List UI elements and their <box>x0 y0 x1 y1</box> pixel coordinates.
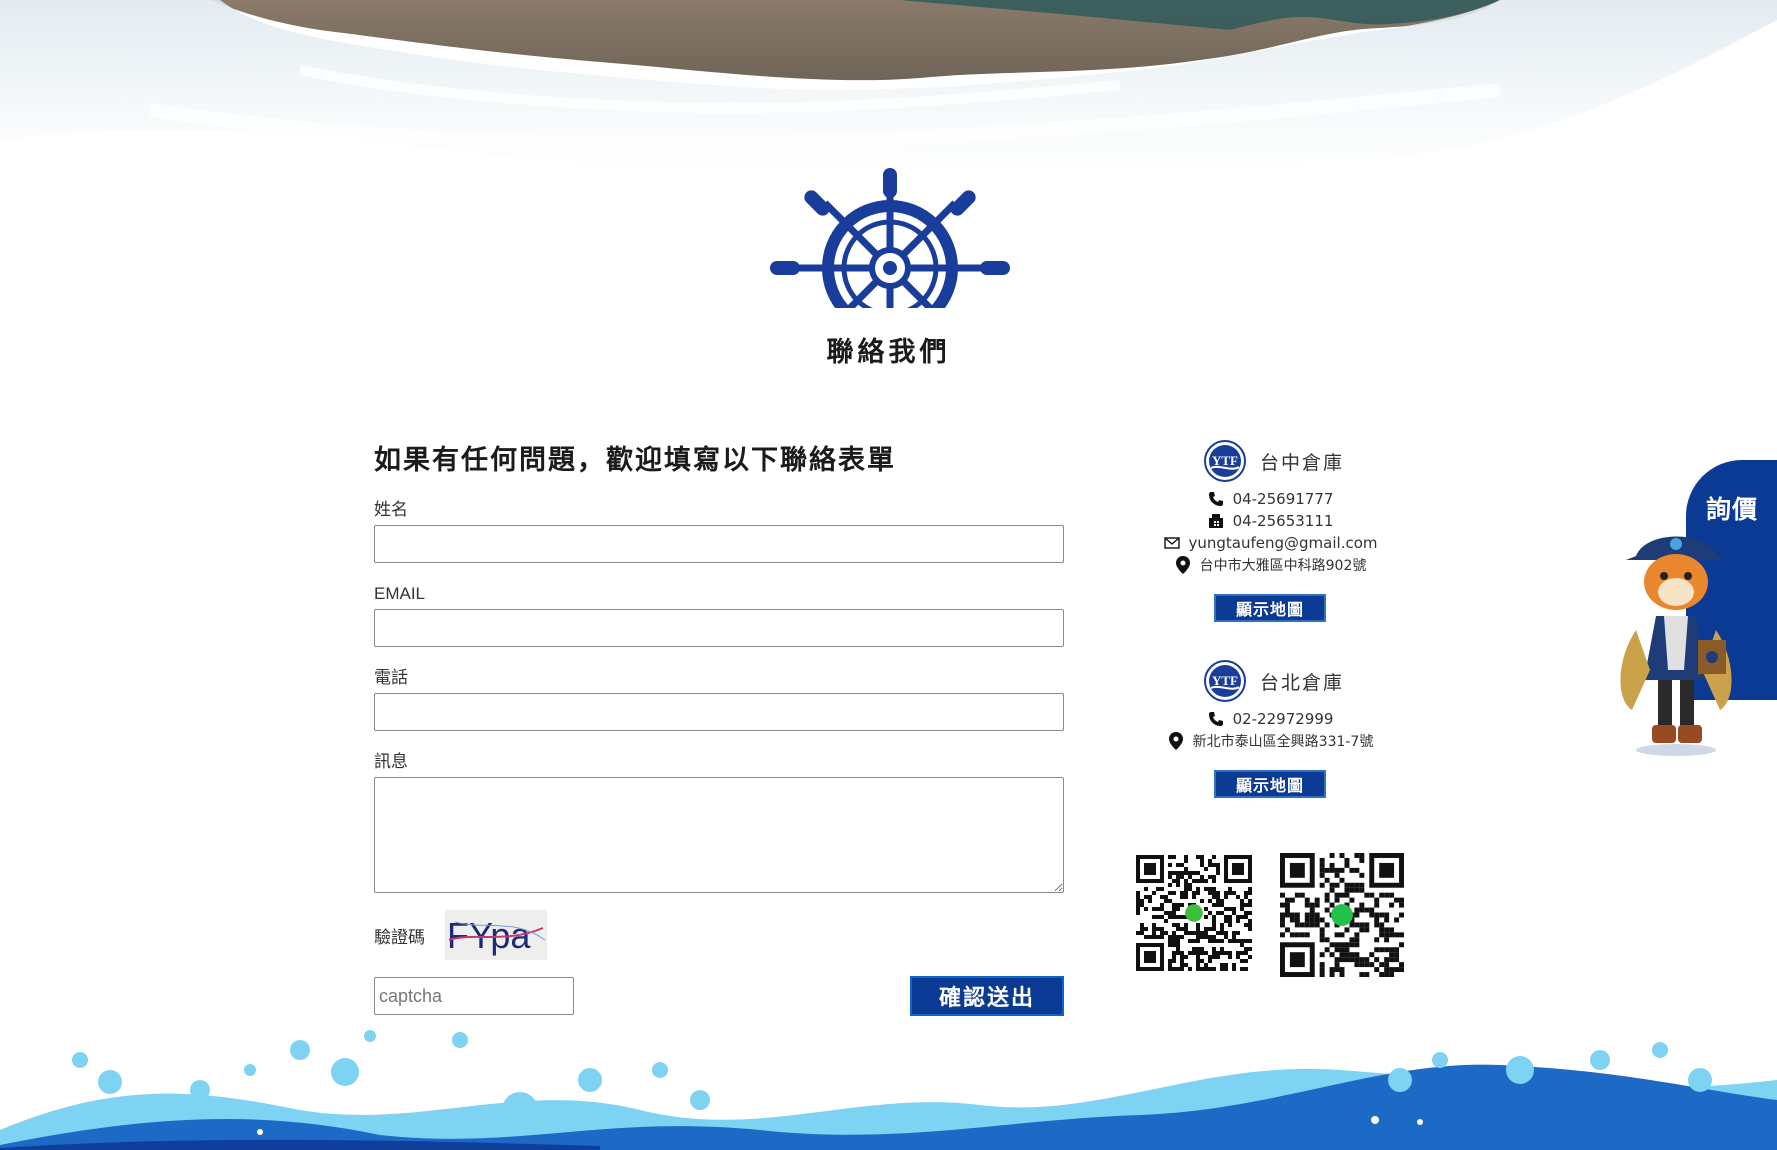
message-textarea[interactable] <box>374 777 1064 893</box>
name-input[interactable] <box>374 525 1064 563</box>
ytf-logo-icon: YTF <box>1203 440 1246 482</box>
message-label: 訊息 <box>374 752 408 772</box>
phone-icon <box>1207 490 1225 508</box>
email-label: EMAIL <box>374 584 426 603</box>
submit-button[interactable]: 確認送出 <box>910 976 1064 1016</box>
phone-icon <box>1207 710 1225 728</box>
location-header: YTF 台北倉庫 <box>1128 658 1420 704</box>
captcha-row: 驗證碼 FYpa <box>374 909 1064 961</box>
inquiry-widget[interactable]: 詢價 <box>1606 460 1777 780</box>
address-line: 新北市泰山區全興路331-7號 <box>1120 730 1420 752</box>
location-pin-icon <box>1167 732 1185 750</box>
location-name: 台中倉庫 <box>1259 451 1344 474</box>
location-taipei: YTF 台北倉庫 02-22972999 新北市泰山區全興路331-7號 顯示地… <box>1120 658 1420 798</box>
address-text: 新北市泰山區全興路331-7號 <box>1192 734 1374 750</box>
show-map-button-taichung[interactable]: 顯示地圖 <box>1214 594 1326 622</box>
location-header: YTF 台中倉庫 <box>1128 438 1420 484</box>
form-heading: 如果有任何問題，歡迎填寫以下聯絡表單 <box>374 445 896 476</box>
fax-line: 04-25653111 <box>1120 510 1420 532</box>
phone-input[interactable] <box>374 693 1064 731</box>
name-label: 姓名 <box>374 500 408 520</box>
mail-icon <box>1163 534 1181 552</box>
address-line: 台中市大雅區中科路902號 <box>1120 554 1420 576</box>
fax-number: 04-25653111 <box>1232 512 1334 530</box>
tiger-mascot-icon <box>1620 536 1732 756</box>
contact-info: YTF 台中倉庫 04-25691777 04-25653111 yungtau… <box>1120 438 1420 798</box>
svg-text:YTF: YTF <box>1212 453 1238 468</box>
phone-number: 04-25691777 <box>1232 490 1334 508</box>
captcha-label: 驗證碼 <box>374 927 425 948</box>
location-taichung: YTF 台中倉庫 04-25691777 04-25653111 yungtau… <box>1120 438 1420 622</box>
submit-row: 確認送出 <box>374 976 1064 1017</box>
email-input[interactable] <box>374 609 1064 647</box>
address-text: 台中市大雅區中科路902號 <box>1199 558 1367 574</box>
svg-text:YTF: YTF <box>1212 673 1238 688</box>
wechat-qr-icon <box>1136 855 1252 971</box>
phone-line: 04-25691777 <box>1120 488 1420 510</box>
email-line: yungtaufeng@gmail.com <box>1120 532 1420 554</box>
location-pin-icon <box>1174 556 1192 574</box>
phone-number: 02-22972999 <box>1232 710 1334 728</box>
phone-label: 電話 <box>374 668 408 688</box>
line-qr-icon <box>1280 853 1404 977</box>
location-name: 台北倉庫 <box>1259 671 1344 694</box>
captcha-input[interactable] <box>374 977 574 1015</box>
email-address[interactable]: yungtaufeng@gmail.com <box>1189 534 1378 552</box>
phone-line: 02-22972999 <box>1120 708 1420 730</box>
page-title: 聯絡我們 <box>826 337 951 368</box>
captcha-image[interactable]: FYpa <box>445 910 547 960</box>
bottom-waves-decoration <box>0 1030 1777 1150</box>
fax-icon <box>1207 512 1225 530</box>
show-map-button-taipei[interactable]: 顯示地圖 <box>1214 770 1326 798</box>
ytf-logo-icon: YTF <box>1203 660 1246 702</box>
contact-page: 聯絡我們 如果有任何問題，歡迎填寫以下聯絡表單 姓名 EMAIL 電話 訊息 驗… <box>0 0 1777 1150</box>
qr-codes <box>1136 853 1406 980</box>
contact-form: 如果有任何問題，歡迎填寫以下聯絡表單 姓名 EMAIL 電話 訊息 驗證碼 FY… <box>374 438 1064 1017</box>
ship-wheel-icon <box>770 168 1010 318</box>
